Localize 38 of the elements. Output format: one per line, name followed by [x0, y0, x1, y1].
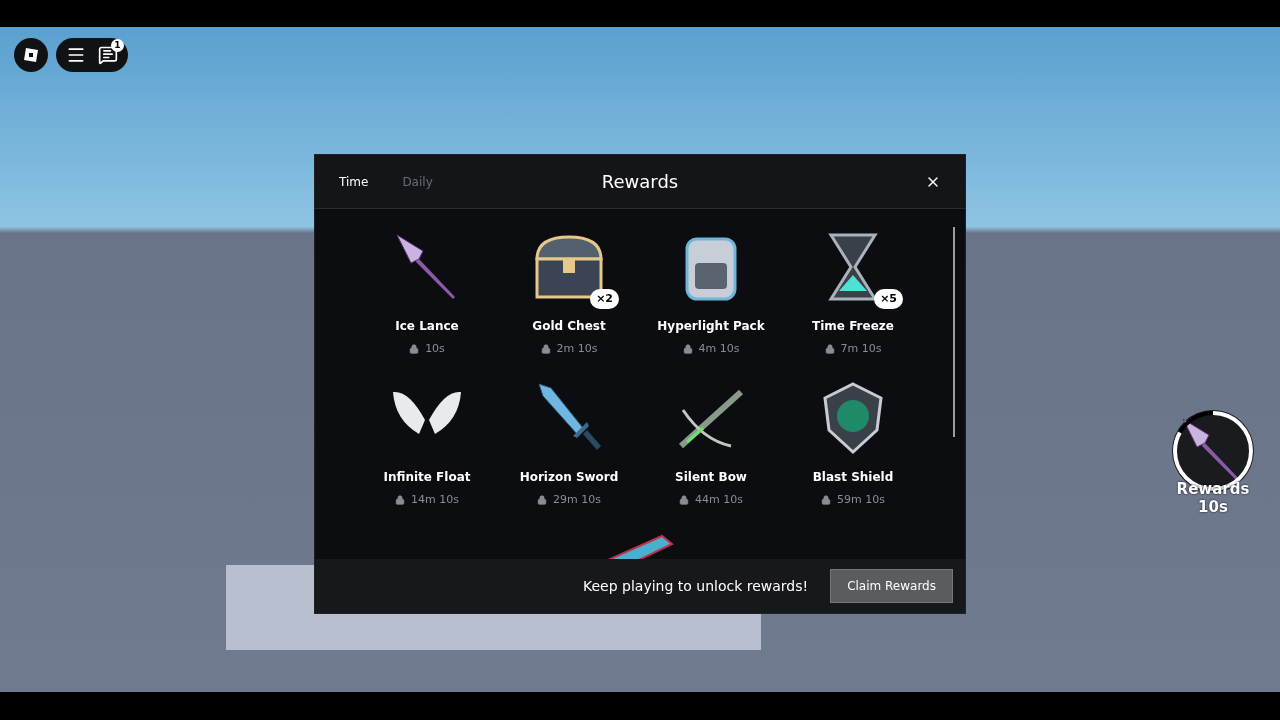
- unlock-time: 14m 10s: [411, 491, 459, 508]
- unlock-time: 29m 10s: [553, 491, 601, 508]
- lock-icon: [679, 494, 690, 505]
- lock-icon: [682, 344, 693, 355]
- lock-icon: [821, 494, 832, 505]
- notification-badge: 1: [111, 39, 124, 52]
- lock-icon: [537, 494, 548, 505]
- tab[interactable]: Time: [339, 172, 369, 191]
- quantity-badge: ×2: [590, 288, 619, 309]
- footer-message: Keep playing to unlock rewards!: [583, 576, 809, 596]
- logo-icon: [23, 47, 39, 63]
- scrollbar[interactable]: [953, 227, 955, 437]
- unlock-time: 4m 10s: [698, 341, 740, 357]
- quantity-badge: ×5: [874, 288, 903, 309]
- item-name: Silent Bow: [675, 468, 747, 486]
- home-button[interactable]: [14, 38, 48, 72]
- unlock-time: 44m 10s: [695, 491, 743, 508]
- tab[interactable]: Daily: [402, 172, 433, 191]
- item-name: Hyperlight Pack: [657, 318, 765, 335]
- lock-icon: [824, 344, 835, 355]
- dialog-title: Rewards: [601, 170, 679, 194]
- widget-label: Rewards: [1176, 480, 1250, 498]
- item-name: Infinite Float: [383, 468, 471, 486]
- widget-timer: 10s: [1198, 498, 1228, 516]
- unlock-time: 2m 10s: [556, 341, 598, 357]
- claim-rewards-button[interactable]: Claim Rewards: [830, 569, 953, 603]
- item-name: Time Freeze: [812, 318, 894, 335]
- menu-icon[interactable]: [66, 45, 86, 65]
- unlock-time: 7m 10s: [840, 341, 882, 357]
- unlock-time: 59m 10s: [837, 491, 885, 508]
- item-name: Horizon Sword: [519, 468, 619, 486]
- item-name: Gold Chest: [532, 318, 606, 335]
- lock-icon: [409, 344, 420, 355]
- lock-icon: [395, 494, 406, 505]
- lock-icon: [540, 344, 551, 355]
- item-name: Blast Shield: [812, 468, 894, 486]
- unlock-time: 10s: [425, 341, 445, 357]
- item-name: Ice Lance: [395, 318, 459, 335]
